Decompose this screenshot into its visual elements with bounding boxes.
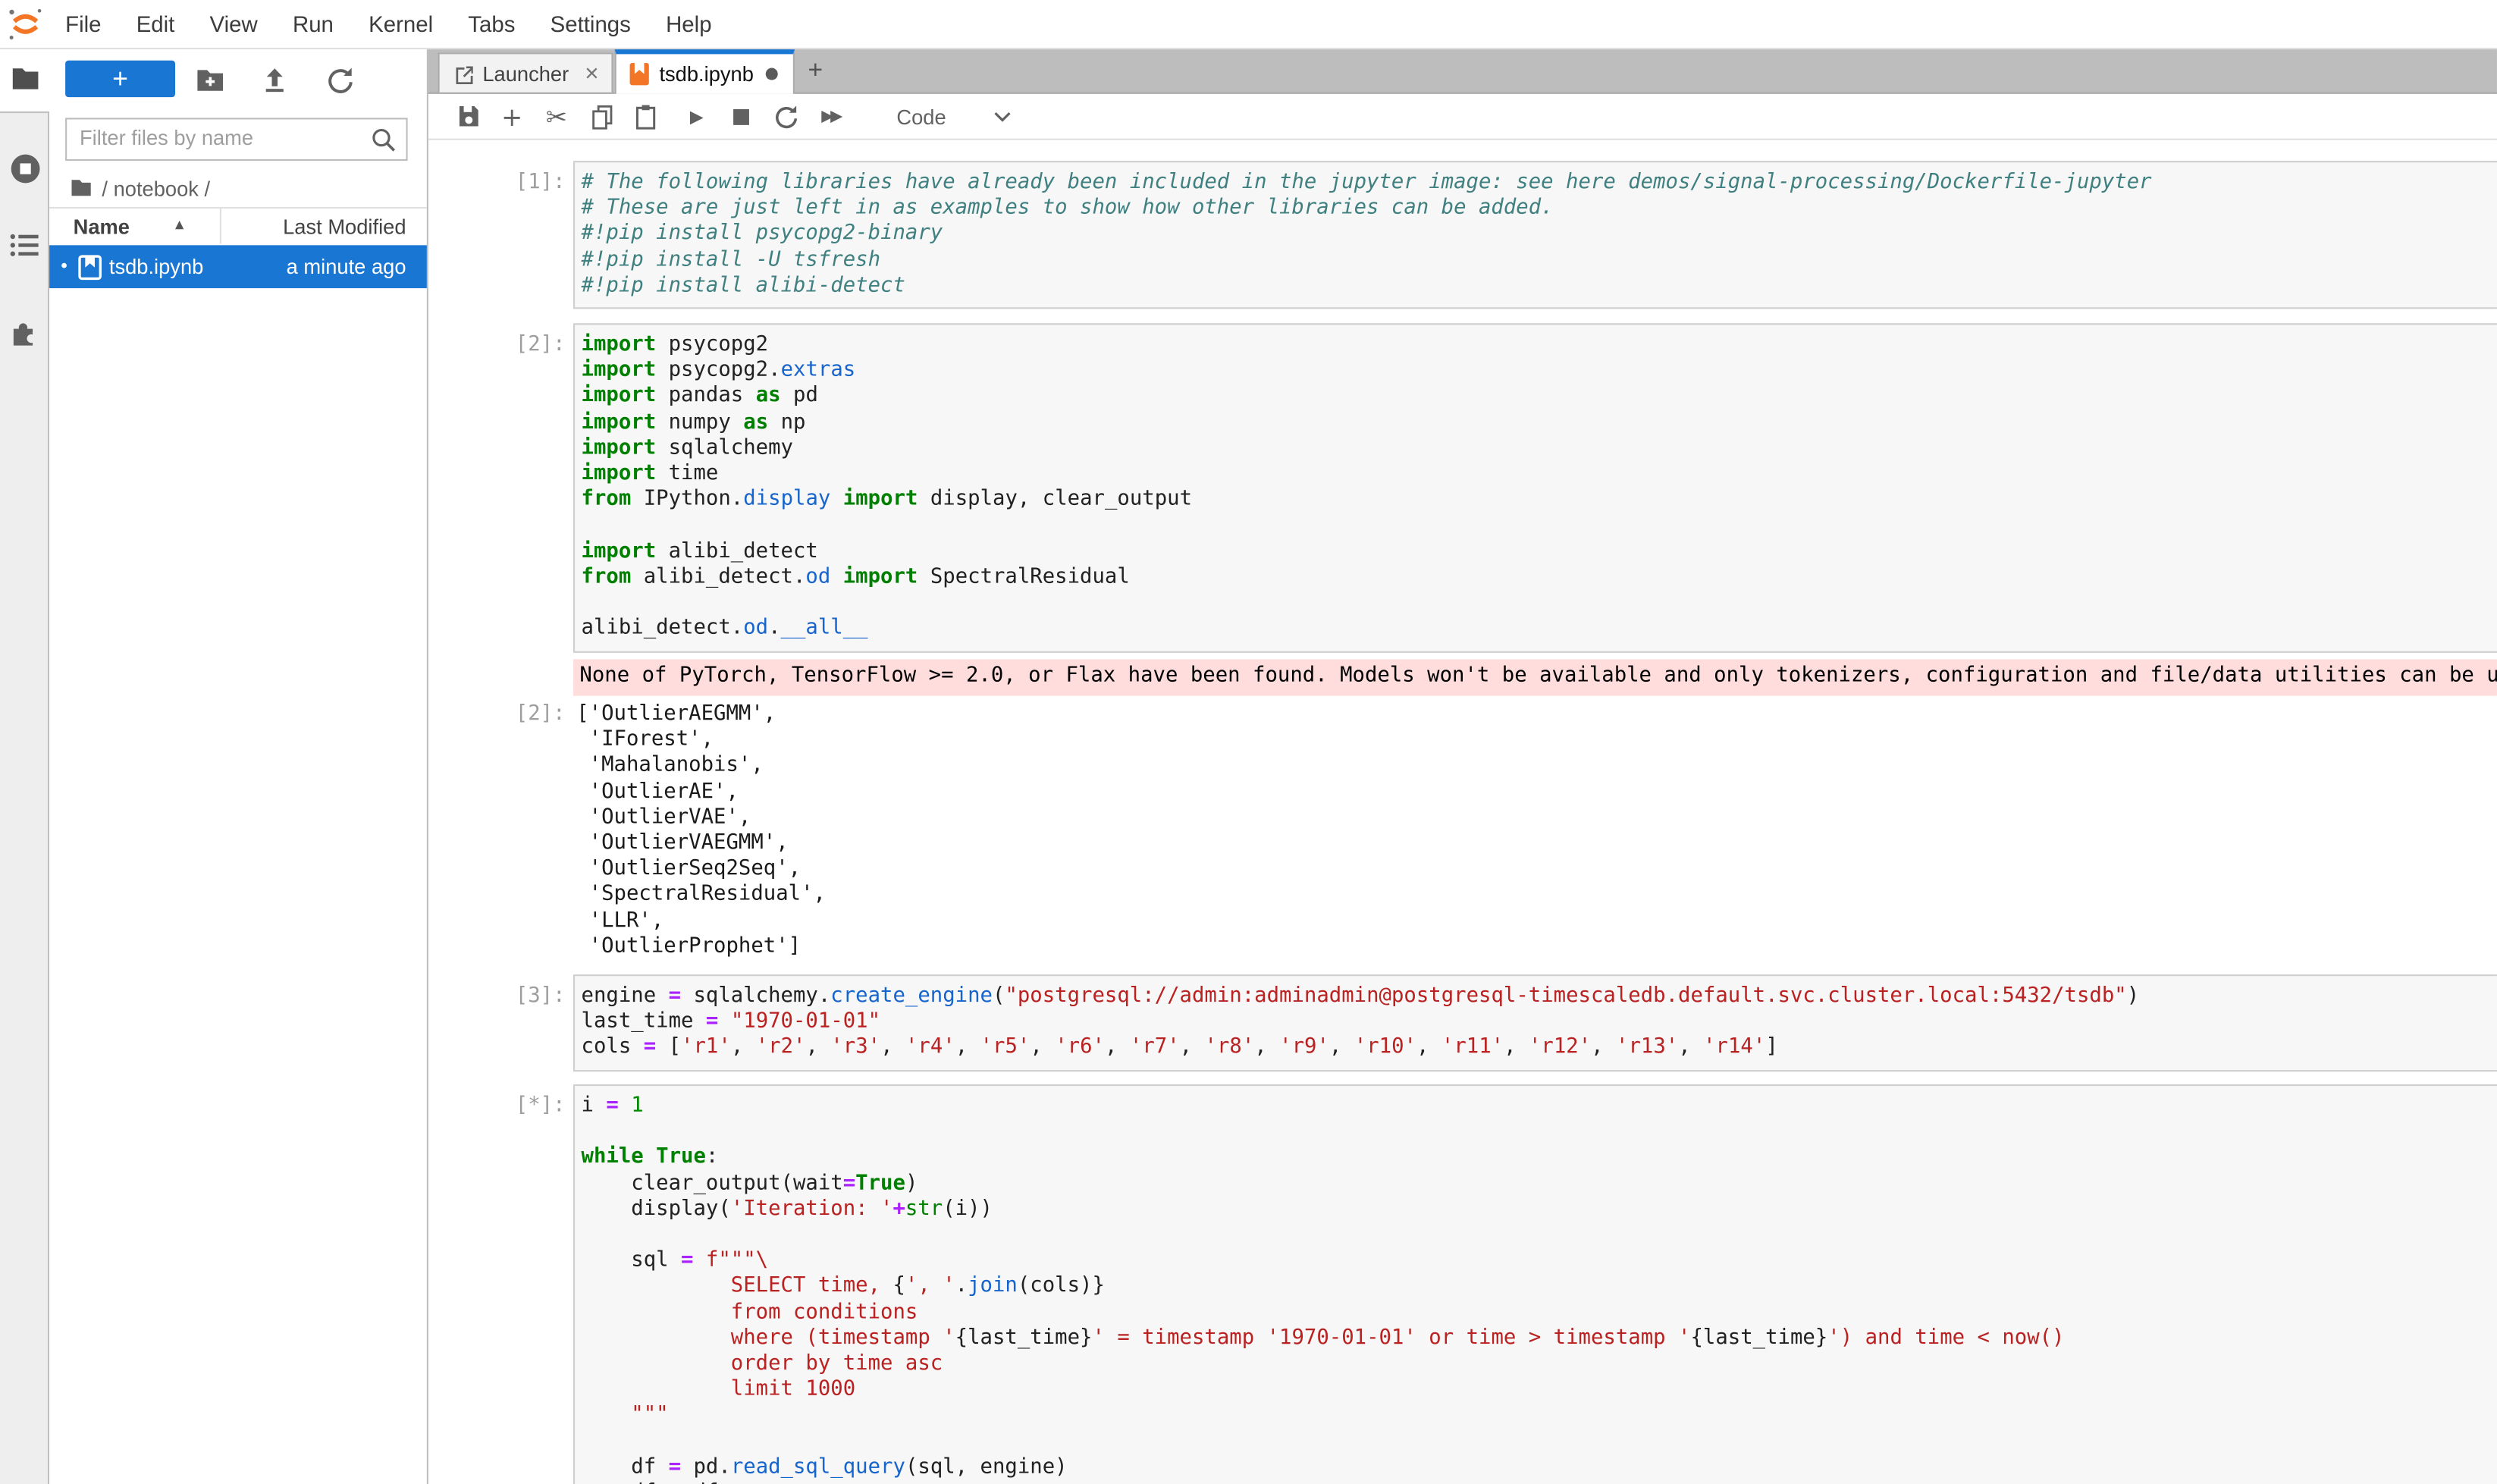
code-cell-1[interactable]: # The following libraries have already b… [573, 161, 2497, 309]
dock-tab-bar: Launcher × tsdb.ipynb ● + [428, 49, 2497, 94]
menu-edit[interactable]: Edit [119, 0, 193, 48]
filter-files-input[interactable] [67, 119, 366, 155]
menu-tabs[interactable]: Tabs [450, 0, 532, 48]
input-prompt-running: [*]: [428, 1094, 566, 1120]
kernel-running-bullet: • [59, 256, 70, 277]
file-list-header: Name ▲ Last Modified [49, 207, 427, 246]
tab-launcher-label: Launcher [482, 61, 569, 85]
menu-settings[interactable]: Settings [533, 0, 648, 48]
upload-icon[interactable] [261, 65, 288, 94]
jupyter-logo [6, 5, 44, 42]
cut-cells-icon[interactable]: ✂ [543, 102, 570, 130]
column-name[interactable]: Name [74, 215, 130, 238]
file-browser-panel: + [49, 49, 428, 1484]
notebook-toolbar: + ✂ ▶ ■ ▶▶ Code [428, 94, 2497, 140]
refresh-files-icon[interactable] [327, 65, 356, 94]
menu-view[interactable]: View [192, 0, 274, 48]
menu-run[interactable]: Run [275, 0, 351, 48]
file-name: tsdb.ipynb [109, 255, 203, 278]
input-prompt: [1]: [428, 171, 566, 196]
file-row-selected[interactable]: • tsdb.ipynb a minute ago [49, 245, 427, 288]
new-tab-button[interactable]: + [801, 58, 830, 86]
tab-notebook-label: tsdb.ipynb [659, 62, 753, 86]
activity-bar [0, 49, 49, 1484]
restart-kernel-icon[interactable] [773, 102, 800, 130]
extension-manager-icon[interactable] [8, 315, 40, 347]
menubar: File Edit View Run Kernel Tabs Settings … [0, 0, 2497, 49]
notebook-area: [1]: # The following libraries have alre… [428, 142, 2497, 1484]
launcher-tab-icon [452, 63, 472, 83]
unsaved-dot-icon[interactable]: ● [765, 65, 779, 83]
new-launcher-button[interactable]: + [65, 61, 175, 97]
cell-type-value: Code [896, 105, 946, 128]
close-tab-icon[interactable]: × [585, 60, 598, 87]
search-icon [369, 126, 398, 155]
menu-file[interactable]: File [48, 0, 119, 48]
plus-icon: + [112, 62, 128, 96]
tab-launcher[interactable]: Launcher × [438, 52, 613, 92]
notebook-tab-icon [629, 62, 650, 86]
add-cell-icon[interactable]: + [498, 102, 525, 130]
paste-cells-icon[interactable] [632, 102, 660, 130]
interrupt-kernel-icon[interactable]: ■ [728, 102, 755, 130]
save-icon[interactable] [454, 102, 482, 130]
sort-asc-icon[interactable]: ▲ [175, 218, 184, 231]
output-cell-2: ['OutlierAEGMM', 'IForest', 'Mahalanobis… [573, 702, 826, 960]
restart-run-all-icon[interactable]: ▶▶ [817, 102, 844, 130]
stderr-output: None of PyTorch, TensorFlow >= 2.0, or F… [573, 659, 2497, 695]
breadcrumb[interactable]: / notebook / [70, 175, 210, 201]
tab-notebook-active[interactable]: tsdb.ipynb ● [615, 49, 795, 94]
copy-cells-icon[interactable] [588, 102, 615, 130]
input-prompt: [2]: [428, 333, 566, 359]
code-cell-4[interactable]: i = 1 while True: clear_output(wait=True… [573, 1084, 2497, 1484]
column-last-modified[interactable]: Last Modified [283, 215, 406, 238]
filter-files-box [65, 118, 408, 161]
menu-kernel[interactable]: Kernel [351, 0, 450, 48]
code-cell-2[interactable]: import psycopg2import psycopg2.extrasimp… [573, 323, 2497, 653]
notebook-file-icon [77, 254, 102, 280]
input-prompt: [3]: [428, 984, 566, 1010]
table-of-contents-icon[interactable] [10, 233, 40, 259]
new-folder-icon[interactable] [196, 67, 224, 93]
output-prompt: [2]: [428, 702, 566, 728]
home-folder-icon [70, 178, 92, 197]
menu-help[interactable]: Help [648, 0, 729, 48]
chevron-down-icon [994, 111, 1012, 122]
running-kernels-icon[interactable] [8, 151, 43, 186]
breadcrumb-path: / notebook / [102, 176, 210, 199]
file-modified: a minute ago [287, 255, 406, 278]
code-cell-3[interactable]: engine = sqlalchemy.create_engine("postg… [573, 974, 2497, 1071]
column-divider [220, 207, 221, 243]
cell-type-dropdown[interactable]: Code [896, 105, 1011, 128]
file-browser-tab-icon[interactable] [11, 67, 40, 90]
run-cell-icon[interactable]: ▶ [683, 102, 711, 130]
